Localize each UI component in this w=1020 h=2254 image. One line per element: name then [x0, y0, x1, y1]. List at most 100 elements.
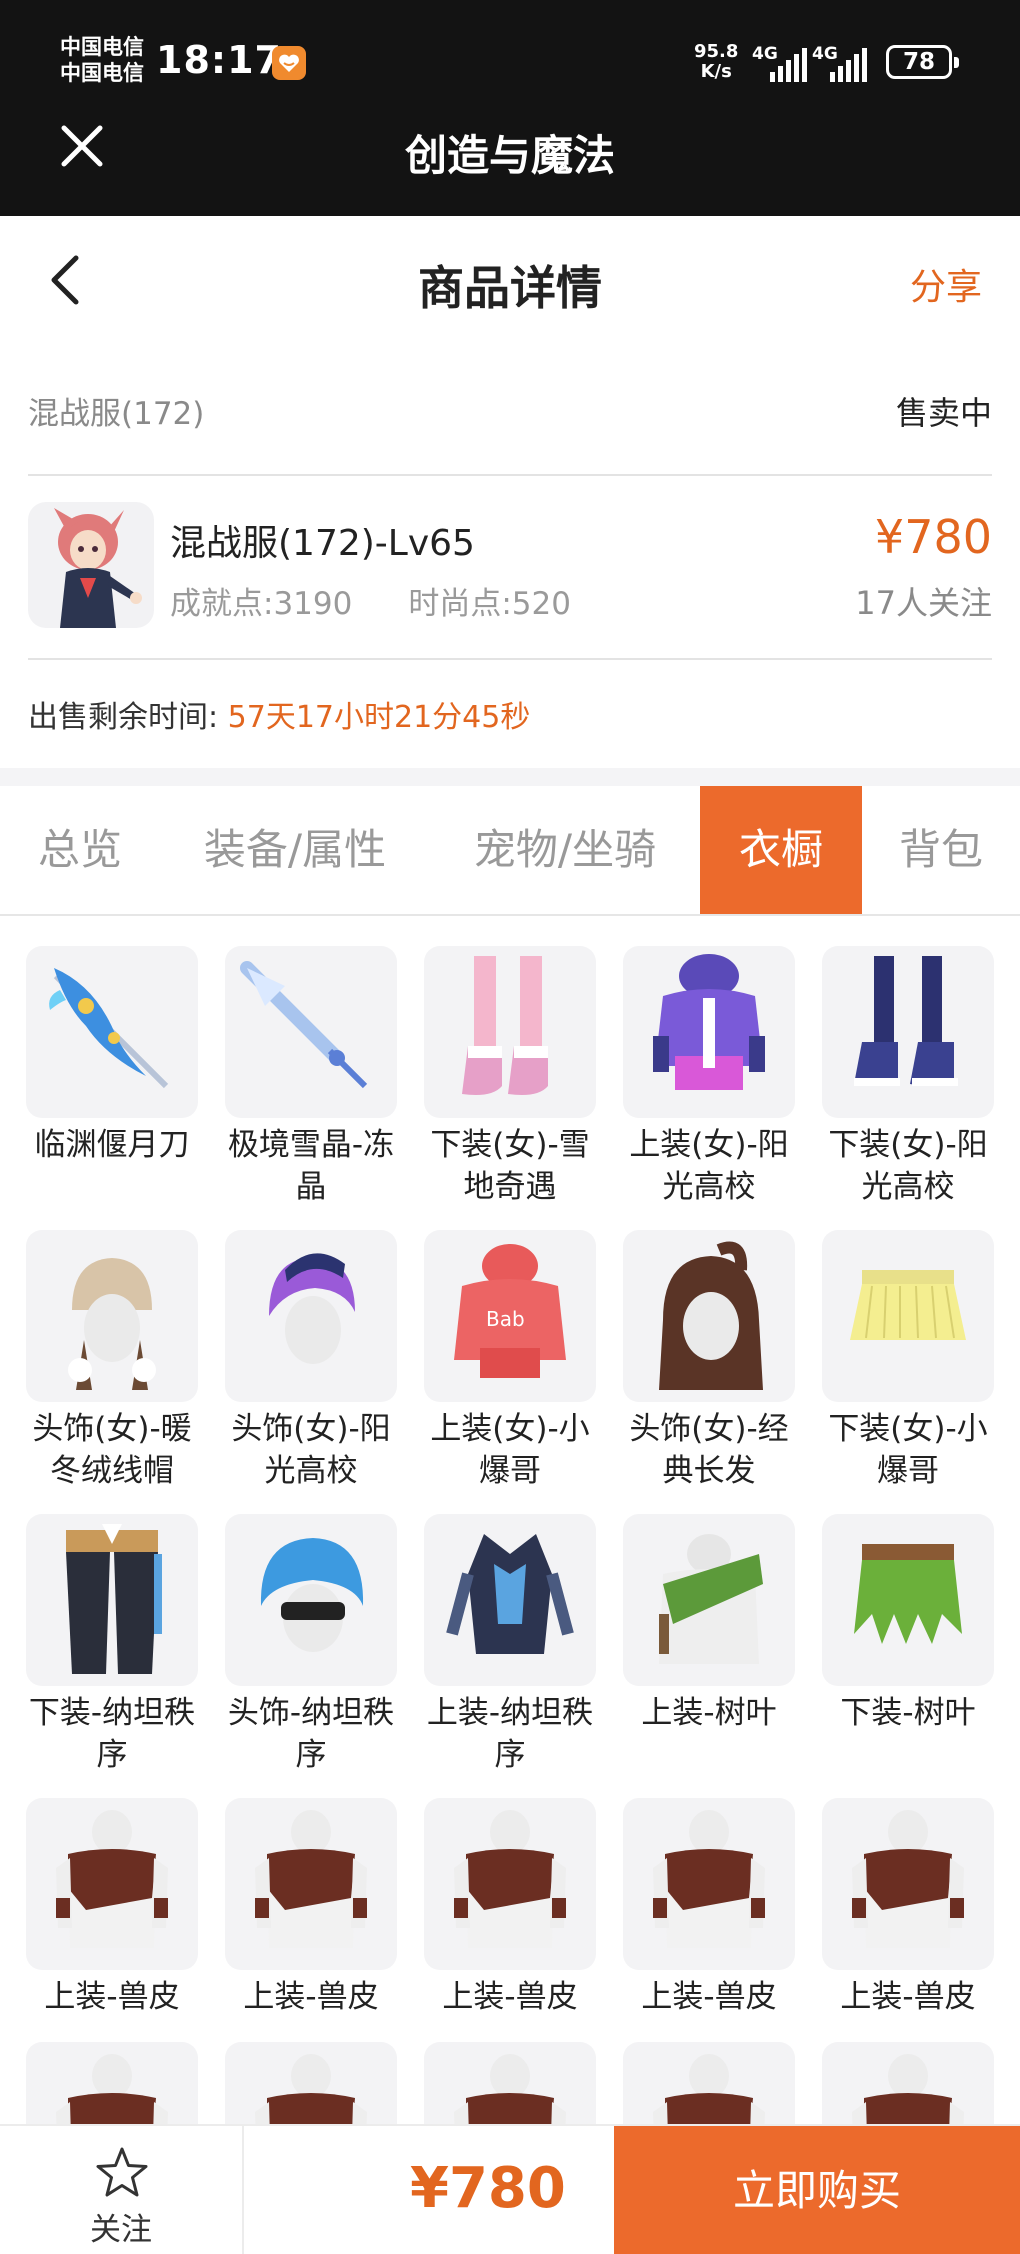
tab-pets-mounts[interactable]: 宠物/坐骑	[430, 786, 700, 914]
wardrobe-item[interactable]: 极境雪晶-冻晶	[225, 946, 397, 1208]
hide-top-icon	[424, 1798, 596, 1970]
tab-wardrobe[interactable]: 衣橱	[700, 786, 862, 914]
product-price: ¥780	[874, 510, 992, 564]
app-title: 创造与魔法	[404, 131, 615, 180]
server-row: 混战服(172) 售卖中	[28, 384, 992, 440]
wardrobe-item[interactable]: 上装-兽皮	[623, 1798, 795, 2018]
wardrobe-item[interactable]: 头饰(女)-阳光高校	[225, 1230, 397, 1492]
tab-overview[interactable]: 总览	[0, 786, 160, 914]
wardrobe-item[interactable]: 上装-兽皮	[424, 1798, 596, 2018]
wardrobe-item[interactable]: 下装(女)-小爆哥	[822, 1230, 994, 1492]
wardrobe-item[interactable]: 下装-树叶	[822, 1514, 994, 1734]
carrier-names: 中国电信 中国电信	[60, 34, 144, 86]
wardrobe-item[interactable]: 下装-纳坦秩序	[26, 1514, 198, 1776]
svg-text:Bab: Bab	[486, 1307, 525, 1331]
product-summary: 混战服(172)-Lv65 成就点:3190 时尚点:520 ¥780 17人关注	[28, 502, 992, 630]
bottom-bar: 关注 ¥780 立即购买	[0, 2124, 1020, 2254]
knit-hat-icon	[26, 1230, 198, 1402]
timer-label: 出售剩余时间:	[28, 700, 219, 735]
wardrobe-item-label: 上装-兽皮	[442, 1979, 578, 2015]
wardrobe-item-label: 下装-纳坦秩序	[28, 1695, 196, 1773]
divider	[28, 658, 992, 660]
wardrobe-item-label: 上装-兽皮	[243, 1979, 379, 2015]
wardrobe-item[interactable]: 下装(女)-雪地奇遇	[424, 946, 596, 1208]
wardrobe-item[interactable]: 上装-兽皮	[26, 1798, 198, 2018]
wardrobe-item[interactable]: 头饰-纳坦秩序	[225, 1514, 397, 1776]
wardrobe-item-label: 上装-纳坦秩序	[426, 1695, 594, 1773]
armor-icon	[424, 1514, 596, 1686]
leaf-top-icon	[623, 1514, 795, 1686]
navy-sneakers-icon	[822, 946, 994, 1118]
divider	[28, 474, 992, 476]
watcher-count: 17人关注	[855, 584, 992, 622]
pink-boots-icon	[424, 946, 596, 1118]
wardrobe-item[interactable]: 头饰(女)-经典长发	[623, 1230, 795, 1492]
product-stats: 成就点:3190 时尚点:520	[170, 578, 571, 623]
wardrobe-item[interactable]: 上装-树叶	[623, 1514, 795, 1734]
timer-value: 57天17小时21分45秒	[227, 700, 531, 735]
leaf-skirt-icon	[822, 1514, 994, 1686]
share-button[interactable]: 分享	[910, 258, 982, 310]
red-hoodie-icon: Bab	[424, 1230, 596, 1402]
carrier-2: 中国电信	[60, 61, 144, 85]
blue-blade-icon	[26, 946, 198, 1118]
purple-hair-icon	[225, 1230, 397, 1402]
character-avatar	[28, 502, 154, 628]
buy-now-button[interactable]: 立即购买	[614, 2126, 1020, 2254]
wardrobe-item-label: 上装-兽皮	[44, 1979, 180, 2015]
bottom-price: ¥780	[410, 2156, 566, 2221]
wardrobe-item-label: 临渊偃月刀	[34, 1127, 190, 1163]
battery-indicator: 78	[886, 45, 959, 79]
star-icon	[96, 2147, 148, 2197]
follow-button[interactable]: 关注	[0, 2126, 244, 2254]
blue-hair-icon	[225, 1514, 397, 1686]
wardrobe-item[interactable]: 上装-纳坦秩序	[424, 1514, 596, 1776]
wardrobe-item-label: 下装(女)-阳光高校	[828, 1127, 988, 1205]
wardrobe-item[interactable]: 下装(女)-阳光高校	[822, 946, 994, 1208]
section-gap	[0, 768, 1020, 786]
hide-top-icon	[822, 1798, 994, 1970]
wardrobe-item[interactable]: 头饰(女)-暖冬绒线帽	[26, 1230, 198, 1492]
wardrobe-item-label: 头饰(女)-暖冬绒线帽	[32, 1411, 192, 1489]
wardrobe-item-label: 下装(女)-雪地奇遇	[430, 1127, 590, 1205]
follow-label: 关注	[90, 2212, 152, 2248]
wardrobe-item-label: 上装-树叶	[641, 1695, 777, 1731]
ice-spear-icon	[225, 946, 397, 1118]
long-hair-icon	[623, 1230, 795, 1402]
network-speed: 95.8 K/s	[694, 41, 739, 82]
purple-jacket-icon	[623, 946, 795, 1118]
status-bar: 中国电信 中国电信 18:17 95.8 K/s 4G 4G 78	[0, 0, 1020, 108]
wardrobe-item-label: 上装-兽皮	[840, 1979, 976, 2015]
wardrobe-item[interactable]: 上装-兽皮	[225, 1798, 397, 2018]
wardrobe-item[interactable]: Bab 上装(女)-小爆哥	[424, 1230, 596, 1492]
wardrobe-item-label: 上装-兽皮	[641, 1979, 777, 2015]
sale-timer: 出售剩余时间: 57天17小时21分45秒	[28, 692, 530, 736]
wardrobe-item[interactable]: 临渊偃月刀	[26, 946, 198, 1166]
sale-status: 售卖中	[895, 394, 992, 432]
dark-pants-icon	[26, 1514, 198, 1686]
wardrobe-item-label: 下装-树叶	[840, 1695, 976, 1731]
wardrobe-item-label: 头饰(女)-经典长发	[629, 1411, 789, 1489]
wardrobe-item[interactable]: 上装-兽皮	[822, 1798, 994, 2018]
product-name: 混战服(172)-Lv65	[170, 523, 475, 564]
tab-bar: 总览 装备/属性 宠物/坐骑 衣橱 背包	[0, 786, 1020, 916]
tab-equipment[interactable]: 装备/属性	[160, 786, 430, 914]
hide-top-icon	[225, 1798, 397, 1970]
app-bar: 创造与魔法	[0, 108, 1020, 216]
achievement-points: 成就点:3190	[170, 586, 353, 622]
fashion-points: 时尚点:520	[408, 586, 571, 622]
wardrobe-item[interactable]: 上装(女)-阳光高校	[623, 946, 795, 1208]
carrier-1: 中国电信	[60, 35, 144, 59]
hide-top-icon	[623, 1798, 795, 1970]
wardrobe-item-label: 极境雪晶-冻晶	[227, 1127, 395, 1205]
page-header: 商品详情 分享	[0, 216, 1020, 344]
server-name: 混战服(172)	[28, 396, 205, 432]
tab-backpack[interactable]: 背包	[862, 786, 1020, 914]
wardrobe-item-label: 上装(女)-小爆哥	[430, 1411, 590, 1489]
wardrobe-item-label: 头饰(女)-阳光高校	[231, 1411, 391, 1489]
wardrobe-item-label: 上装(女)-阳光高校	[629, 1127, 789, 1205]
page-title: 商品详情	[418, 261, 602, 315]
yellow-skirt-icon	[822, 1230, 994, 1402]
hide-top-icon	[26, 1798, 198, 1970]
wardrobe-item-label: 头饰-纳坦秩序	[227, 1695, 395, 1773]
